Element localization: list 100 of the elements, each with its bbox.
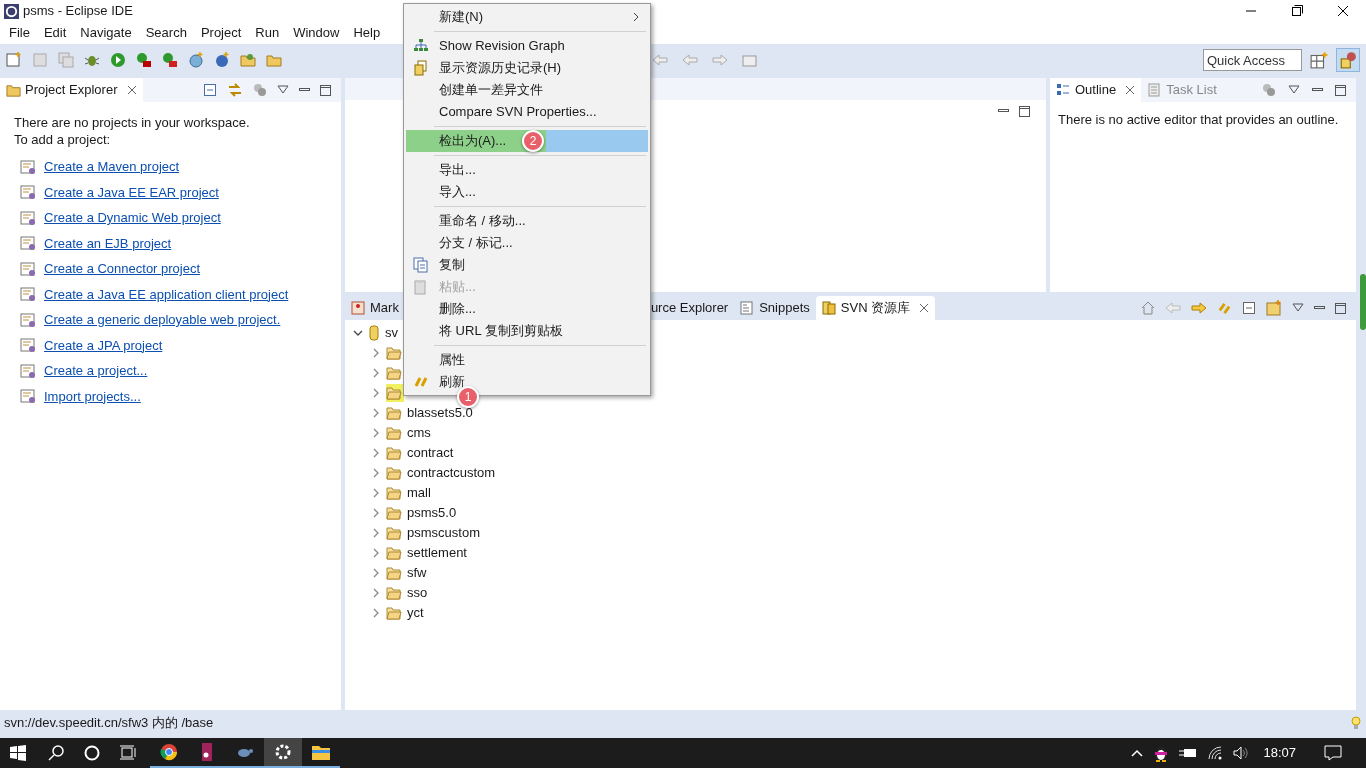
panel-tab[interactable]: SVN 资源库 — [815, 296, 936, 320]
wizard-link[interactable]: Create a Java EE EAR project — [44, 182, 219, 202]
svn-perspective-icon[interactable] — [1336, 48, 1360, 72]
tree-item[interactable]: sv — [368, 324, 400, 342]
view-menu-icon[interactable] — [277, 85, 289, 95]
tree-item[interactable]: sso — [386, 584, 430, 602]
panel-tab[interactable]: Snippets — [734, 296, 816, 320]
collapsed-chevron-icon[interactable] — [371, 468, 381, 478]
maximize-icon[interactable] — [1335, 84, 1346, 96]
wizard-link[interactable]: Create a JPA project — [44, 335, 163, 355]
tree-item[interactable]: sfw — [386, 564, 429, 582]
collapsed-chevron-icon[interactable] — [371, 548, 381, 558]
wizard-link[interactable]: Create an EJB project — [44, 233, 172, 253]
menu-item[interactable]: Search — [138, 23, 194, 43]
wizard-link[interactable]: Create a project... — [44, 361, 148, 381]
menu-item[interactable]: 分支 / 标记... — [406, 232, 648, 254]
search-icon[interactable] — [48, 745, 64, 761]
collapsed-chevron-icon[interactable] — [371, 448, 381, 458]
menu-item[interactable]: 显示资源历史记录(H) — [406, 57, 648, 79]
home-icon[interactable] — [1141, 301, 1155, 315]
menu-item[interactable]: 导出... — [406, 159, 648, 181]
collapsed-chevron-icon[interactable] — [371, 508, 381, 518]
menu-item[interactable]: 删除... — [406, 298, 648, 320]
panel-tab[interactable]: Outline — [1050, 78, 1142, 102]
filter-icon[interactable] — [1262, 83, 1276, 97]
menu-item[interactable]: 属性 — [406, 349, 648, 371]
task-view-icon[interactable] — [120, 745, 136, 761]
wizard-link[interactable]: Import projects... — [44, 386, 141, 406]
project-wizard-icon — [20, 158, 36, 175]
folder-icon — [386, 426, 402, 440]
maximize-icon[interactable] — [1335, 302, 1346, 314]
collapsed-chevron-icon[interactable] — [371, 588, 381, 598]
collapsed-chevron-icon[interactable] — [371, 568, 381, 578]
open-perspective-icon[interactable] — [1310, 51, 1328, 69]
wizard-link[interactable]: Create a Dynamic Web project — [44, 208, 221, 228]
menu-item[interactable]: Show Revision Graph — [406, 35, 648, 57]
undo-arrow-icon — [652, 52, 668, 68]
quick-access-field[interactable]: Quick Access — [1203, 49, 1302, 71]
circle-icon[interactable] — [84, 745, 100, 761]
collapsed-chevron-icon[interactable] — [371, 368, 381, 378]
collapsed-chevron-icon[interactable] — [371, 428, 381, 438]
collapsed-chevron-icon[interactable] — [371, 348, 381, 358]
tree-item[interactable]: contract — [386, 444, 456, 462]
menu-item[interactable]: Compare SVN Properties... — [406, 101, 648, 123]
tree-item[interactable]: cms — [386, 424, 433, 442]
menu-item[interactable]: 将 URL 复制到剪贴板 — [406, 320, 648, 342]
collapsed-chevron-icon[interactable] — [371, 528, 381, 538]
menu-item[interactable]: Window — [286, 23, 347, 43]
collapsed-chevron-icon[interactable] — [371, 608, 381, 618]
view-menu-icon[interactable] — [1288, 85, 1300, 95]
notification-icon[interactable] — [1324, 745, 1342, 761]
tree-item[interactable]: mall — [386, 484, 433, 502]
collapsed-chevron-icon[interactable] — [371, 408, 381, 418]
volume-icon[interactable] — [1233, 746, 1250, 760]
collapse-all-icon[interactable] — [1242, 301, 1256, 315]
windows-start-icon[interactable] — [10, 745, 26, 761]
menu-item[interactable]: Edit — [36, 23, 74, 43]
clock[interactable]: 18:07 — [1259, 743, 1300, 763]
globe-icon — [188, 52, 204, 68]
wizard-link[interactable]: Create a Java EE application client project — [44, 284, 289, 304]
project-explorer-tab[interactable]: Project Explorer — [0, 78, 144, 102]
filter-icon[interactable] — [253, 83, 267, 97]
tree-item[interactable] — [386, 344, 404, 362]
eclipse-taskbar-icon[interactable] — [264, 738, 302, 768]
menu-item[interactable]: Run — [248, 23, 287, 43]
wizard-link[interactable]: Create a Maven project — [44, 157, 180, 177]
tree-item[interactable]: contractcustom — [386, 464, 498, 482]
pin-editor-icon — [742, 52, 758, 68]
back-arrow-icon — [682, 52, 698, 68]
expanded-chevron-icon[interactable] — [353, 328, 363, 338]
tree-item[interactable]: psms5.0 — [386, 504, 459, 522]
menu-item[interactable]: Help — [346, 23, 388, 43]
menu-item[interactable]: 复制 — [406, 254, 648, 276]
collapsed-chevron-icon[interactable] — [371, 488, 381, 498]
collapse-all-icon[interactable] — [203, 83, 217, 97]
menu-item[interactable]: Project — [193, 23, 249, 43]
chevron-up-icon[interactable] — [1131, 749, 1144, 757]
status-text: svn://dev.speedit.cn/sfw3 内的 /base — [4, 714, 214, 733]
tree-item[interactable] — [386, 364, 404, 382]
link-icon[interactable] — [227, 82, 243, 98]
wizard-link[interactable]: Create a generic deployable web project. — [44, 310, 281, 330]
intro-text: To add a project: — [14, 131, 112, 148]
battery-icon[interactable] — [1179, 747, 1198, 759]
menu-item[interactable]: File — [2, 23, 37, 43]
tree-item[interactable]: yct — [386, 604, 426, 622]
wifi-icon[interactable] — [1207, 746, 1224, 760]
tree-item[interactable]: settlement — [386, 544, 469, 562]
panel-tab[interactable]: Mark — [345, 296, 405, 320]
maximize-icon[interactable] — [320, 84, 331, 96]
menu-item[interactable]: 新建(N) — [406, 6, 648, 28]
menu-item[interactable]: 导入... — [406, 181, 648, 203]
tree-item[interactable]: psmscustom — [386, 524, 482, 542]
menu-item[interactable]: Navigate — [73, 23, 139, 43]
view-menu-icon[interactable] — [1292, 303, 1304, 313]
close-icon[interactable] — [127, 85, 138, 95]
maximize-icon[interactable] — [1019, 106, 1030, 117]
external-tool-icon — [162, 52, 178, 68]
collapsed-chevron-icon[interactable] — [371, 388, 381, 398]
wizard-link[interactable]: Create a Connector project — [44, 259, 201, 279]
menu-item[interactable]: 重命名 / 移动... — [406, 210, 648, 232]
